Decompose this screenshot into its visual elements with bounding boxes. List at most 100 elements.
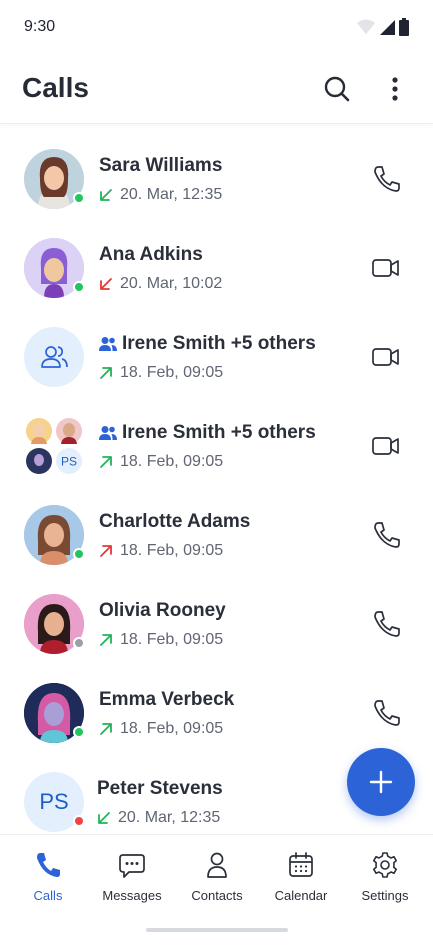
- call-info: Sara Williams 20. Mar, 12:35: [99, 153, 222, 205]
- avatar: [24, 238, 85, 298]
- outgoing-call-arrow-icon: [100, 634, 112, 646]
- signal-icon: [380, 20, 395, 35]
- contact-name: Olivia Rooney: [99, 600, 226, 621]
- video-camera-icon: [372, 348, 399, 366]
- call-info: Peter Stevens 20. Mar, 12:35: [97, 776, 223, 828]
- gear-icon: [373, 852, 397, 878]
- contact-name: Sara Williams: [99, 155, 223, 176]
- call-row[interactable]: Charlotte Adams 18. Feb, 09:05: [0, 490, 433, 579]
- call-time: 18. Feb, 09:05: [120, 364, 224, 381]
- contact-name: Emma Verbeck: [99, 689, 235, 710]
- call-time: 20. Mar, 12:35: [118, 809, 221, 826]
- phone-icon: [374, 611, 400, 637]
- nav-item-messages[interactable]: Messages: [89, 851, 175, 911]
- avatar: [24, 594, 85, 654]
- incoming-call-arrow-icon: [98, 812, 110, 824]
- nav-item-contacts[interactable]: Contacts: [174, 851, 260, 911]
- call-info: Irene Smith +5 others 18. Feb, 09:05: [99, 420, 316, 472]
- nav-label: Settings: [361, 888, 409, 903]
- voice-call-button[interactable]: [370, 698, 402, 728]
- contact-name: Irene Smith +5 others: [122, 422, 316, 443]
- battery-icon: [399, 18, 409, 36]
- video-camera-icon: [372, 437, 399, 455]
- nav-item-settings[interactable]: Settings: [342, 851, 428, 911]
- missed-call-arrow-icon: [100, 278, 112, 290]
- video-call-button[interactable]: [370, 342, 402, 372]
- outgoing-call-arrow-icon: [100, 456, 112, 468]
- outgoing-missed-call-arrow-icon: [100, 545, 112, 557]
- presence-offline-dot: [73, 637, 85, 649]
- contact-name: Peter Stevens: [97, 778, 223, 799]
- phone-icon: [374, 166, 400, 192]
- group-icon: [41, 346, 68, 368]
- call-row[interactable]: Emma Verbeck 18. Feb, 09:05: [0, 668, 433, 757]
- nav-label: Contacts: [191, 888, 243, 903]
- call-row[interactable]: Sara Williams 20. Mar, 12:35: [0, 134, 433, 223]
- call-info: Irene Smith +5 others 18. Feb, 09:05: [99, 331, 316, 383]
- call-info: Ana Adkins 20. Mar, 10:02: [99, 242, 222, 294]
- outgoing-call-arrow-icon: [100, 367, 112, 379]
- new-call-fab[interactable]: [347, 748, 415, 816]
- status-icons: [357, 18, 409, 36]
- call-time: 18. Feb, 09:05: [120, 720, 224, 737]
- call-row[interactable]: Irene Smith +5 others 18. Feb, 09:05: [0, 312, 433, 401]
- presence-online-dot: [73, 192, 85, 204]
- call-time: 18. Feb, 09:05: [120, 453, 224, 470]
- collage-initials: PS: [61, 455, 77, 469]
- video-camera-icon: [372, 259, 399, 277]
- more-vertical-icon: [392, 77, 398, 101]
- home-indicator: [146, 928, 288, 932]
- phone-icon: [374, 522, 400, 548]
- voice-call-button[interactable]: [370, 520, 402, 550]
- contact-name: Charlotte Adams: [99, 511, 251, 532]
- nav-label: Calendar: [274, 888, 328, 903]
- avatar: PS: [24, 772, 85, 832]
- voice-call-button[interactable]: [370, 164, 402, 194]
- call-time: 20. Mar, 12:35: [120, 186, 223, 203]
- avatar: [24, 683, 85, 743]
- voice-call-button[interactable]: [370, 609, 402, 639]
- phone-icon: [37, 853, 60, 877]
- app-bar: Calls: [0, 54, 433, 124]
- more-options-button[interactable]: [382, 74, 408, 104]
- chat-icon: [119, 854, 145, 878]
- call-time: 18. Feb, 09:05: [120, 631, 224, 648]
- call-info: Emma Verbeck 18. Feb, 09:05: [99, 687, 234, 739]
- wifi-icon: [357, 19, 375, 34]
- presence-online-dot: [73, 726, 85, 738]
- group-badge-icon: [99, 426, 117, 440]
- contact-name: Irene Smith +5 others: [122, 333, 316, 354]
- presence-online-dot: [73, 548, 85, 560]
- calendar-icon: [289, 852, 313, 877]
- nav-item-calendar[interactable]: Calendar: [258, 851, 344, 911]
- video-call-button[interactable]: [370, 431, 402, 461]
- group-badge-icon: [99, 337, 117, 351]
- search-button[interactable]: [322, 74, 352, 104]
- incoming-call-arrow-icon: [100, 189, 112, 201]
- nav-item-calls[interactable]: Calls: [5, 851, 91, 911]
- page-title: Calls: [22, 72, 89, 103]
- video-call-button[interactable]: [370, 253, 402, 283]
- presence-busy-dot: [73, 815, 85, 827]
- avatar: [24, 149, 85, 209]
- call-info: Charlotte Adams 18. Feb, 09:05: [99, 509, 250, 561]
- call-row[interactable]: Olivia Rooney 18. Feb, 09:05: [0, 579, 433, 668]
- avatar: [24, 327, 84, 387]
- call-row[interactable]: PS Irene Smith +5 others 18. Feb, 09:05: [0, 401, 433, 490]
- status-time: 9:30: [24, 18, 56, 35]
- call-time: 20. Mar, 10:02: [120, 275, 223, 292]
- status-bar: 9:30: [0, 0, 433, 54]
- plus-icon: [369, 770, 393, 794]
- avatar-collage: PS: [26, 418, 82, 474]
- avatar: [24, 505, 85, 565]
- group-avatar-collage: PS: [24, 416, 84, 476]
- call-time: 18. Feb, 09:05: [120, 542, 224, 559]
- outgoing-call-arrow-icon: [100, 723, 112, 735]
- nav-label: Calls: [33, 888, 63, 903]
- contact-name: Ana Adkins: [99, 244, 203, 265]
- presence-online-dot: [73, 281, 85, 293]
- search-icon: [324, 76, 350, 102]
- phone-icon: [374, 700, 400, 726]
- call-row[interactable]: Ana Adkins 20. Mar, 10:02: [0, 223, 433, 312]
- nav-label: Messages: [102, 888, 162, 903]
